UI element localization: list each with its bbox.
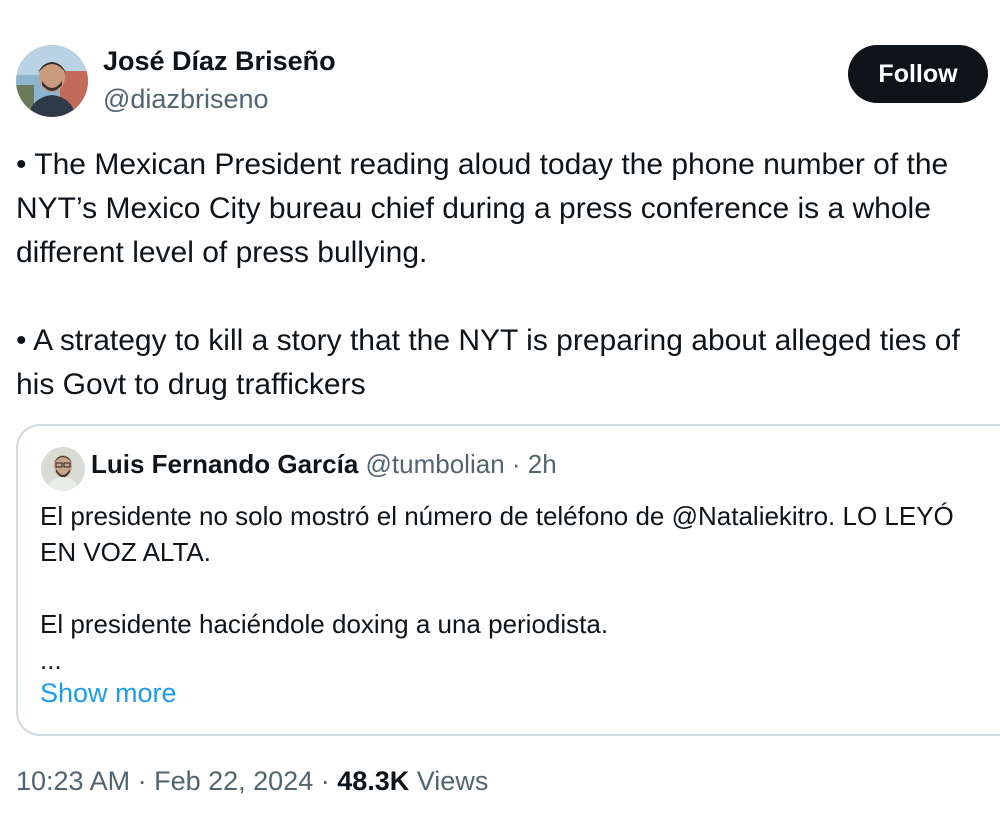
author-avatar[interactable] (16, 45, 88, 117)
profile-photo-icon (16, 45, 88, 117)
tweet-paragraph-gap (16, 275, 1000, 319)
quote-text: El presidente no solo mostró el número d… (40, 498, 954, 678)
quote-text-line: EN VOZ ALTA. (40, 537, 211, 567)
author-name[interactable]: José Díaz Briseño (103, 46, 336, 77)
quote-author-name[interactable]: Luis Fernando García (91, 449, 358, 479)
tweet-date[interactable]: Feb 22, 2024 (154, 766, 313, 796)
follow-button[interactable]: Follow (848, 45, 988, 103)
quote-timestamp[interactable]: 2h (528, 449, 557, 479)
tweet-time[interactable]: 10:23 AM (16, 766, 130, 796)
views-count[interactable]: 48.3K (337, 766, 409, 796)
quote-text-line: ... (40, 645, 62, 675)
quote-tweet-card[interactable]: Luis Fernando García @tumbolian · 2h El … (16, 424, 1000, 736)
quote-paragraph-gap (40, 570, 954, 606)
quote-header: Luis Fernando García @tumbolian · 2h (91, 449, 557, 480)
tweet-text-line: • The Mexican President reading aloud to… (16, 148, 949, 181)
tweet-meta: 10:23 AM · Feb 22, 2024 · 48.3K Views (16, 766, 488, 797)
quote-text-line: El presidente no solo mostró el número d… (40, 501, 954, 531)
tweet-text-line: his Govt to drug traffickers (16, 368, 366, 401)
meta-separator: · (504, 449, 528, 479)
author-handle[interactable]: @diazbriseno (103, 84, 269, 115)
tweet-text: • The Mexican President reading aloud to… (16, 143, 1000, 407)
show-more-link[interactable]: Show more (40, 678, 177, 709)
tweet-text-line: NYT’s Mexico City bureau chief during a … (16, 192, 931, 225)
meta-separator: · (130, 766, 155, 796)
profile-photo-icon (41, 447, 85, 491)
tweet-text-line: different level of press bullying. (16, 236, 428, 269)
quote-author-handle[interactable]: @tumbolian (366, 449, 505, 479)
quote-author-avatar[interactable] (41, 447, 85, 491)
meta-separator: · (313, 766, 338, 796)
tweet-text-line: • A strategy to kill a story that the NY… (16, 324, 960, 357)
quote-text-line: El presidente haciéndole doxing a una pe… (40, 609, 609, 639)
views-label: Views (409, 766, 489, 796)
